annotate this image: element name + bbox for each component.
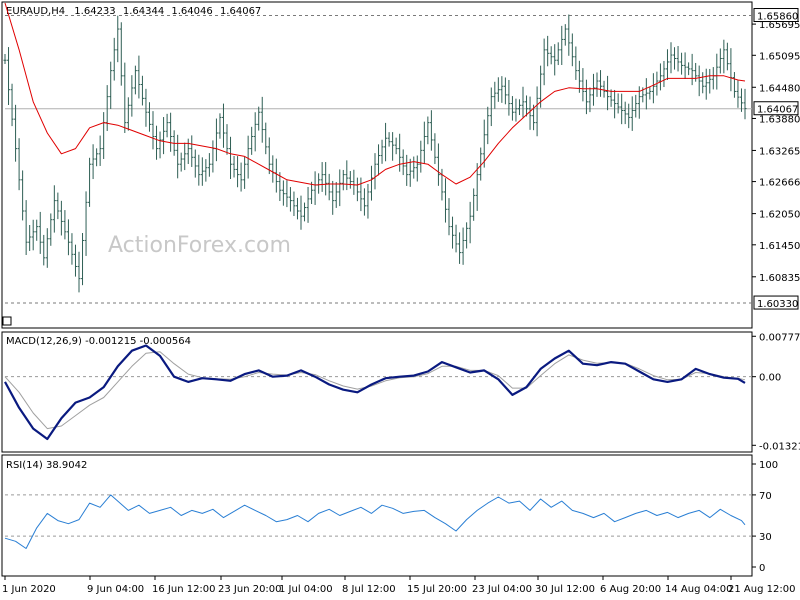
chart-background xyxy=(0,0,800,600)
time-tick-label: 1 Jun 2020 xyxy=(2,584,56,595)
time-tick-label: 23 Jul 04:00 xyxy=(472,584,532,595)
time-tick-label: 9 Jun 04:00 xyxy=(87,584,144,595)
price-y-tick-label: 1.61450 xyxy=(759,241,800,252)
panel-scroll-handle[interactable] xyxy=(2,316,12,326)
price-y-tick-label: 1.62050 xyxy=(759,210,800,221)
time-tick-label: 16 Jun 12:00 xyxy=(152,584,216,595)
price-y-tick-label: 1.64480 xyxy=(759,83,800,94)
time-tick-label: 30 Jul 12:00 xyxy=(535,584,595,595)
price-y-tick-label: 1.63265 xyxy=(759,146,800,157)
price-y-tick-label: 1.60835 xyxy=(759,273,800,284)
price-y-axis: 1.656951.650951.644801.638801.632651.626… xyxy=(752,20,800,284)
price-low-level-label: 1.60330 xyxy=(757,299,798,310)
time-tick-label: 15 Jul 20:00 xyxy=(407,584,467,595)
time-tick-label: 1 Jul 04:00 xyxy=(279,584,333,595)
time-tick-label: 14 Aug 04:00 xyxy=(665,584,732,595)
time-tick-label: 8 Jul 12:00 xyxy=(342,584,396,595)
time-tick-label: 21 Aug 12:00 xyxy=(728,584,795,595)
macd-y-tick-label: 0.00 xyxy=(759,373,781,384)
watermark-text: ActionForex.com xyxy=(108,233,291,258)
price-current-level-label: 1.64067 xyxy=(757,105,798,116)
price-high-level-label: 1.65860 xyxy=(757,12,798,23)
rsi-y-tick-label: 70 xyxy=(759,491,772,502)
rsi-title: RSI(14) 38.9042 xyxy=(6,460,87,471)
time-tick-label: 6 Aug 20:00 xyxy=(600,584,661,595)
price-y-tick-label: 1.65095 xyxy=(759,51,800,62)
time-tick-label: 23 Jun 20:00 xyxy=(218,584,282,595)
rsi-y-tick-label: 30 xyxy=(759,532,772,543)
rsi-y-tick-label: 0 xyxy=(759,563,765,574)
chart-canvas: ActionForex.com EURAUD,H4 1.64233 1.6434… xyxy=(0,0,800,600)
macd-y-tick-label: 0.007778 xyxy=(759,332,800,343)
price-y-tick-label: 1.62666 xyxy=(759,178,800,189)
macd-title: MACD(12,26,9) -0.001215 -0.000564 xyxy=(6,336,191,347)
macd-y-tick-label: -0.01321 xyxy=(759,441,800,452)
price-y-tick-label: 1.63880 xyxy=(759,114,800,125)
rsi-y-tick-label: 100 xyxy=(759,460,778,471)
